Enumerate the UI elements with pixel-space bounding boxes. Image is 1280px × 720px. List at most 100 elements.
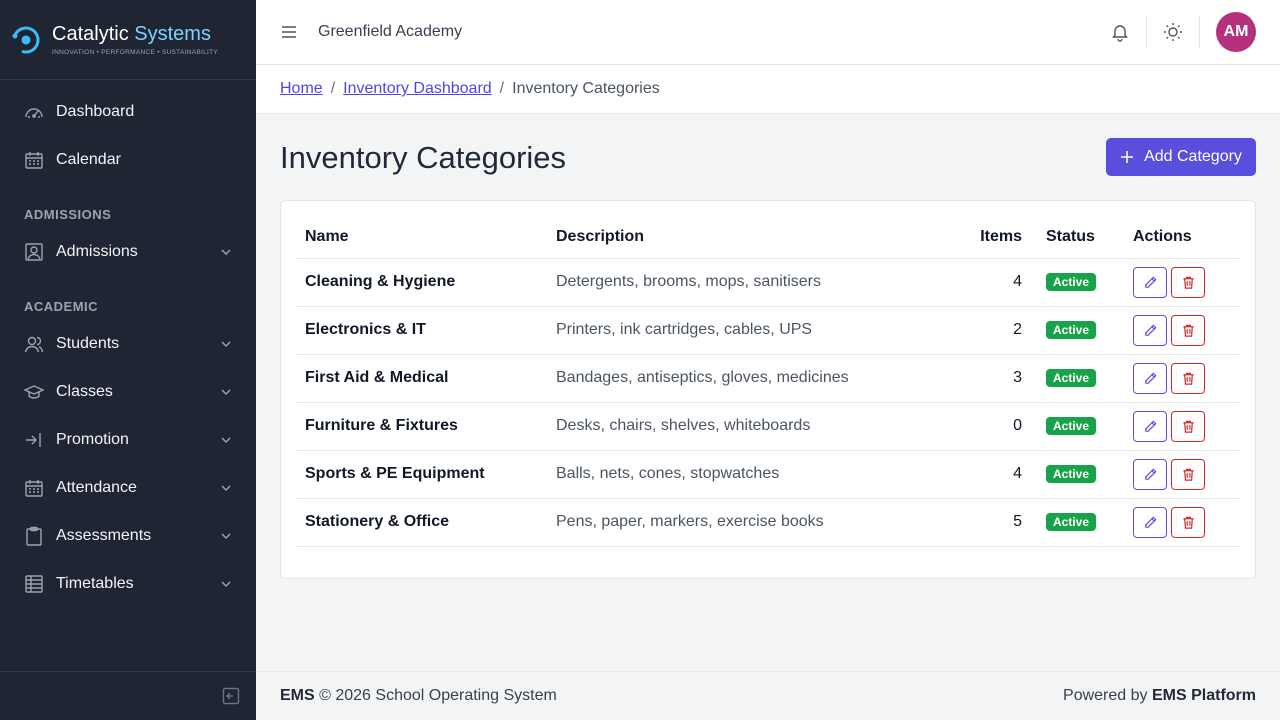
breadcrumb-separator: / (499, 80, 505, 97)
delete-button[interactable] (1171, 314, 1205, 346)
pencil-icon (1143, 419, 1158, 434)
row-name: First Aid & Medical (297, 354, 548, 403)
breadcrumb-home-link[interactable]: Home (280, 80, 323, 98)
edit-button[interactable] (1133, 506, 1167, 538)
sidebar-nav: Dashboard Calendar ADMISSIONS Admissions… (0, 80, 256, 608)
column-header-items: Items (938, 217, 1030, 259)
edit-button[interactable] (1133, 458, 1167, 490)
add-category-label: Add Category (1144, 148, 1242, 165)
row-items: 2 (938, 306, 1030, 355)
trash-icon (1181, 323, 1196, 338)
trash-icon (1181, 419, 1196, 434)
brand[interactable]: Catalytic Systems INNOVATION • PERFORMAN… (0, 0, 256, 80)
row-description: Bandages, antiseptics, gloves, medicines (548, 354, 938, 403)
status-badge: Active (1046, 321, 1097, 339)
breadcrumb-separator: / (330, 80, 336, 97)
sun-icon[interactable] (1163, 22, 1183, 42)
sidebar-item-dashboard[interactable]: Dashboard (0, 88, 256, 136)
row-actions (1119, 450, 1239, 499)
sidebar-item-assessments[interactable]: Assessments (0, 512, 256, 560)
clipboard-icon (24, 526, 44, 546)
brand-logo-icon (12, 26, 40, 53)
status-badge: Active (1046, 465, 1097, 483)
row-items: 5 (938, 498, 1030, 547)
sidebar-item-label: Admissions (56, 243, 138, 260)
row-description: Pens, paper, markers, exercise books (548, 498, 938, 547)
add-category-button[interactable]: Add Category (1106, 138, 1256, 176)
chevron-down-icon (221, 533, 231, 540)
row-description: Balls, nets, cones, stopwatches (548, 450, 938, 499)
menu-icon[interactable] (280, 23, 298, 41)
sidebar-item-attendance[interactable]: Attendance (0, 464, 256, 512)
sidebar-item-students[interactable]: Students (0, 320, 256, 368)
status-badge: Active (1046, 273, 1097, 291)
sidebar-item-calendar[interactable]: Calendar (0, 136, 256, 184)
collapse-sidebar-icon[interactable] (222, 687, 240, 705)
sidebar-item-label: Students (56, 335, 120, 352)
row-status: Active (1030, 498, 1119, 547)
footer-platform: EMS Platform (1151, 687, 1256, 704)
sidebar-item-label: Attendance (56, 479, 137, 496)
delete-button[interactable] (1171, 362, 1205, 394)
table-header-row: Name Description Items Status Actions (297, 217, 1239, 259)
delete-button[interactable] (1171, 410, 1205, 442)
edit-button[interactable] (1133, 362, 1167, 394)
footer-copyright: EMS © 2026 School Operating System (280, 687, 557, 704)
table-row: First Aid & Medical Bandages, antiseptics… (297, 354, 1239, 403)
sidebar-item-label: Dashboard (56, 103, 135, 120)
gauge-icon (24, 102, 44, 122)
sidebar-item-label: Calendar (56, 151, 121, 168)
chevron-down-icon (221, 437, 231, 444)
status-badge: Active (1046, 369, 1097, 387)
row-items: 4 (938, 450, 1030, 499)
sidebar-item-timetables[interactable]: Timetables (0, 560, 256, 608)
delete-button[interactable] (1171, 506, 1205, 538)
chevron-down-icon (221, 341, 231, 348)
bell-icon[interactable] (1110, 22, 1130, 42)
pencil-icon (1143, 275, 1158, 290)
edit-button[interactable] (1133, 410, 1167, 442)
row-status: Active (1030, 258, 1119, 307)
avatar[interactable]: AM (1216, 12, 1256, 52)
column-header-status: Status (1030, 217, 1119, 259)
pencil-icon (1143, 467, 1158, 482)
graduation-cap-icon (24, 382, 44, 402)
sidebar-item-classes[interactable]: Classes (0, 368, 256, 416)
edit-button[interactable] (1133, 314, 1167, 346)
breadcrumb-current: Inventory Categories (512, 80, 660, 97)
delete-button[interactable] (1171, 458, 1205, 490)
breadcrumb: Home / Inventory Dashboard / Inventory C… (256, 65, 1280, 114)
trash-icon (1181, 275, 1196, 290)
row-actions (1119, 498, 1239, 547)
breadcrumb-inventory-dashboard-link[interactable]: Inventory Dashboard (343, 80, 492, 98)
status-badge: Active (1046, 417, 1097, 435)
table-row: Sports & PE Equipment Balls, nets, cones,… (297, 450, 1239, 499)
footer: EMS © 2026 School Operating System Power… (256, 671, 1280, 720)
table-icon (24, 574, 44, 594)
trash-icon (1181, 467, 1196, 482)
sidebar-item-admissions[interactable]: Admissions (0, 228, 256, 276)
delete-button[interactable] (1171, 266, 1205, 298)
row-actions (1119, 354, 1239, 403)
brand-tagline: INNOVATION • PERFORMANCE • SUSTAINABILIT… (52, 49, 219, 56)
calendar-grid-icon (24, 478, 44, 498)
calendar-icon (24, 150, 44, 170)
categories-card: Name Description Items Status Actions Cl… (280, 200, 1256, 579)
chevron-down-icon (221, 249, 231, 256)
table-row: Electronics & IT Printers, ink cartridges… (297, 306, 1239, 355)
row-status: Active (1030, 354, 1119, 403)
column-header-actions: Actions (1119, 217, 1239, 259)
nav-section-admissions: ADMISSIONS (24, 206, 112, 222)
footer-powered-by: Powered by EMS Platform (1063, 687, 1256, 704)
trash-icon (1181, 515, 1196, 530)
row-actions (1119, 258, 1239, 307)
sidebar-item-label: Assessments (56, 527, 152, 544)
sidebar-item-label: Timetables (56, 575, 134, 592)
sidebar-item-label: Promotion (56, 431, 129, 448)
column-header-description: Description (548, 217, 938, 259)
status-badge: Active (1046, 513, 1097, 531)
edit-button[interactable] (1133, 266, 1167, 298)
table-row: Cleaning & Hygiene Detergents, brooms, mo… (297, 258, 1239, 307)
chevron-down-icon (221, 581, 231, 588)
sidebar-item-promotion[interactable]: Promotion (0, 416, 256, 464)
